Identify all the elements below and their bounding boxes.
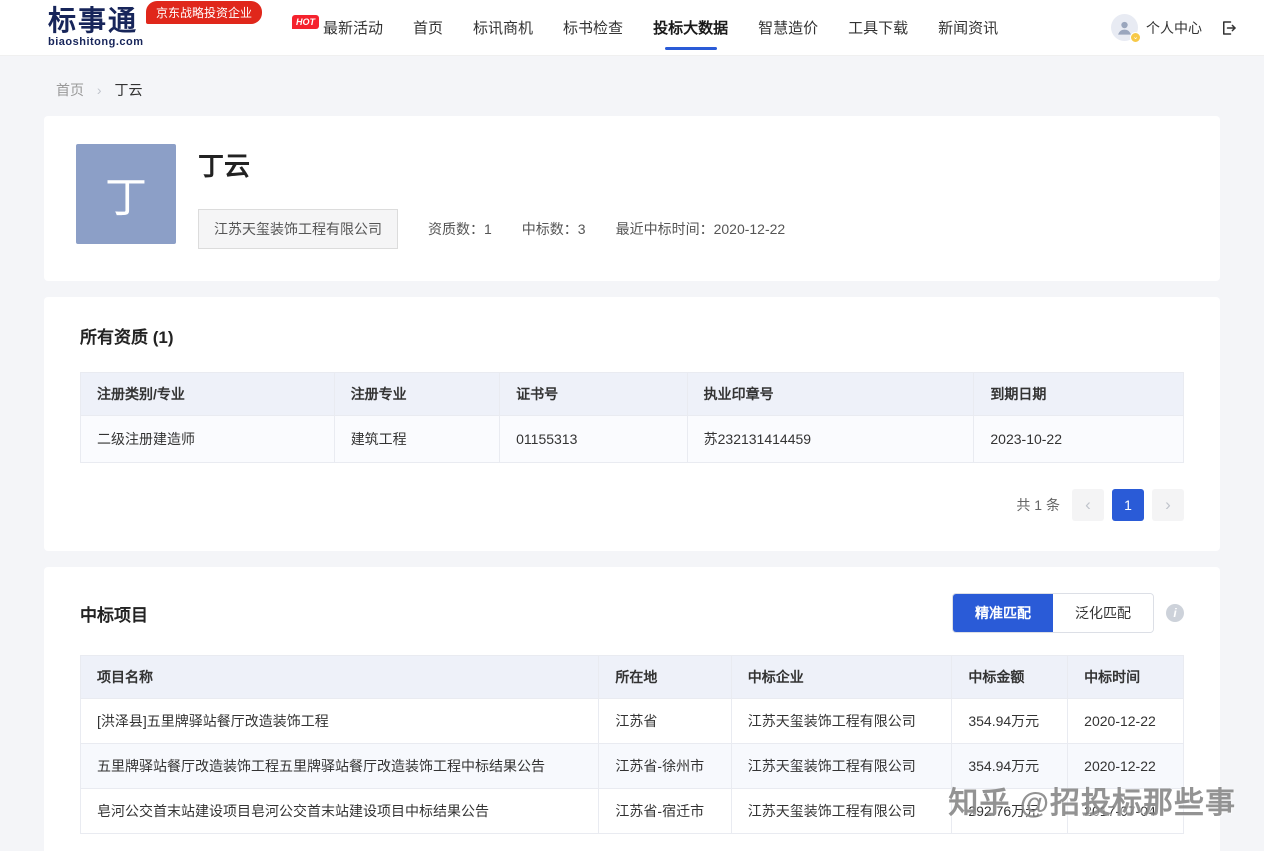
user-avatar[interactable]: ⌄ (1111, 14, 1138, 41)
qualifications-pagination: 共 1 条 ‹ 1 › (80, 489, 1184, 521)
top-navbar: 标事通 biaoshitong.com 京东战略投资企业 HOT 最新活动 首页… (0, 0, 1264, 56)
user-area: ⌄ 个人中心 (1111, 14, 1238, 41)
cell-company: 江苏天玺装饰工程有限公司 (731, 744, 952, 789)
match-mode-toggle: 精准匹配 泛化匹配 (952, 593, 1154, 633)
cell-expire-date: 2023-10-22 (974, 416, 1184, 463)
brand-area: 标事通 biaoshitong.com 京东战略投资企业 (48, 7, 286, 48)
profile-info: 丁云 江苏天玺装饰工程有限公司 资质数：1 中标数：3 最近中标时间：2020-… (198, 144, 785, 249)
cell-seal-no: 苏232131414459 (687, 416, 974, 463)
stat-qualification-count: 资质数：1 (428, 219, 492, 239)
profile-avatar-char: 丁 (105, 164, 147, 225)
cell-cert-no: 01155313 (500, 416, 688, 463)
cell-location: 江苏省-徐州市 (599, 744, 731, 789)
total-count: 共 1 条 (1016, 495, 1060, 515)
breadcrumb-home[interactable]: 首页 (56, 82, 84, 98)
cell-location: 江苏省 (599, 699, 731, 744)
cell-date: 2017-07-04 (1068, 789, 1184, 834)
cell-location: 江苏省-宿迁市 (599, 789, 731, 834)
cell-amount: 354.94万元 (952, 744, 1068, 789)
qualifications-table: 注册类别/专业 注册专业 证书号 执业印章号 到期日期 二级注册建造师 建筑工程… (80, 372, 1184, 463)
column-header: 所在地 (599, 656, 731, 699)
column-header: 注册专业 (334, 373, 499, 416)
stat-win-count: 中标数：3 (522, 219, 586, 239)
column-header: 中标金额 (952, 656, 1068, 699)
jd-investment-badge: 京东战略投资企业 (146, 1, 262, 24)
nav-label: 投标大数据 (653, 17, 728, 38)
nav-item-news[interactable]: 新闻资讯 (938, 0, 998, 55)
project-name-link[interactable]: 五里牌驿站餐厅改造装饰工程五里牌驿站餐厅改造装饰工程中标结果公告 (81, 744, 599, 789)
qualifications-card: 所有资质 (1) 注册类别/专业 注册专业 证书号 执业印章号 到期日期 二级注… (44, 297, 1220, 551)
nav-label: 新闻资讯 (938, 17, 998, 38)
profile-meta: 江苏天玺装饰工程有限公司 资质数：1 中标数：3 最近中标时间：2020-12-… (198, 209, 785, 249)
cell-amount: 292.76万元 (952, 789, 1068, 834)
table-row: 五里牌驿站餐厅改造装饰工程五里牌驿站餐厅改造装饰工程中标结果公告 江苏省-徐州市… (81, 744, 1184, 789)
vip-badge-icon: ⌄ (1130, 32, 1141, 43)
nav-item-bid-bigdata[interactable]: 投标大数据 (653, 0, 728, 55)
cell-amount: 354.94万元 (952, 699, 1068, 744)
nav-label: 工具下载 (848, 17, 908, 38)
nav-label: 最新活动 (323, 17, 383, 38)
cell-company: 江苏天玺装饰工程有限公司 (731, 699, 952, 744)
page: 标事通 biaoshitong.com 京东战略投资企业 HOT 最新活动 首页… (0, 0, 1264, 851)
qualifications-title: 所有资质 (1) (80, 323, 1184, 348)
table-row: 二级注册建造师 建筑工程 01155313 苏232131414459 2023… (81, 416, 1184, 463)
tab-broad-match[interactable]: 泛化匹配 (1053, 594, 1153, 632)
profile-avatar: 丁 (76, 144, 176, 244)
profile-card: 丁 丁云 江苏天玺装饰工程有限公司 资质数：1 中标数：3 最近中标时间：202… (44, 116, 1220, 281)
cell-register-major: 建筑工程 (334, 416, 499, 463)
page-number-button[interactable]: 1 (1112, 489, 1144, 521)
next-page-button[interactable]: › (1152, 489, 1184, 521)
nav-label: 首页 (413, 17, 443, 38)
nav-label: 智慧造价 (758, 17, 818, 38)
won-projects-table: 项目名称 所在地 中标企业 中标金额 中标时间 [洪泽县]五里牌驿站餐厅改造装饰… (80, 655, 1184, 834)
nav-item-activities[interactable]: HOT 最新活动 (292, 0, 383, 55)
column-header: 执业印章号 (687, 373, 974, 416)
logo-subtext: biaoshitong.com (48, 37, 286, 48)
cell-company: 江苏天玺装饰工程有限公司 (731, 789, 952, 834)
nav-item-bid-opportunities[interactable]: 标讯商机 (473, 0, 533, 55)
column-header: 注册类别/专业 (81, 373, 335, 416)
column-header: 到期日期 (974, 373, 1184, 416)
page-title: 丁云 (198, 146, 785, 183)
project-name-link[interactable]: 皂河公交首末站建设项目皂河公交首末站建设项目中标结果公告 (81, 789, 599, 834)
logout-icon[interactable] (1220, 19, 1238, 37)
nav-label: 标讯商机 (473, 17, 533, 38)
nav-item-tools-download[interactable]: 工具下载 (848, 0, 908, 55)
table-header-row: 项目名称 所在地 中标企业 中标金额 中标时间 (81, 656, 1184, 699)
nav-item-doc-check[interactable]: 标书检查 (563, 0, 623, 55)
user-center-link[interactable]: 个人中心 (1146, 18, 1202, 38)
cell-date: 2020-12-22 (1068, 699, 1184, 744)
nav-label: 标书检查 (563, 17, 623, 38)
breadcrumb: 首页 › 丁云 (0, 56, 1264, 116)
table-row: 皂河公交首末站建设项目皂河公交首末站建设项目中标结果公告 江苏省-宿迁市 江苏天… (81, 789, 1184, 834)
info-icon[interactable]: i (1166, 604, 1184, 622)
table-row: [洪泽县]五里牌驿站餐厅改造装饰工程 江苏省 江苏天玺装饰工程有限公司 354.… (81, 699, 1184, 744)
tab-exact-match[interactable]: 精准匹配 (953, 594, 1053, 632)
nav-item-home[interactable]: 首页 (413, 0, 443, 55)
breadcrumb-separator-icon: › (97, 82, 102, 98)
table-header-row: 注册类别/专业 注册专业 证书号 执业印章号 到期日期 (81, 373, 1184, 416)
won-projects-header: 中标项目 精准匹配 泛化匹配 i (80, 593, 1184, 633)
prev-page-button[interactable]: ‹ (1072, 489, 1104, 521)
cell-date: 2020-12-22 (1068, 744, 1184, 789)
breadcrumb-current: 丁云 (114, 82, 142, 98)
main-nav: HOT 最新活动 首页 标讯商机 标书检查 投标大数据 智慧造价 工具下载 新闻… (292, 0, 998, 55)
hot-icon: HOT (292, 15, 319, 29)
project-name-link[interactable]: [洪泽县]五里牌驿站餐厅改造装饰工程 (81, 699, 599, 744)
column-header: 中标企业 (731, 656, 952, 699)
stat-latest-win-date: 最近中标时间：2020-12-22 (616, 219, 786, 239)
won-projects-title: 中标项目 (80, 601, 148, 626)
cell-register-type: 二级注册建造师 (81, 416, 335, 463)
column-header: 中标时间 (1068, 656, 1184, 699)
column-header: 项目名称 (81, 656, 599, 699)
won-projects-card: 中标项目 精准匹配 泛化匹配 i 项目名称 所在地 中标企业 中标金额 中标时间 (44, 567, 1220, 851)
column-header: 证书号 (500, 373, 688, 416)
company-tag[interactable]: 江苏天玺装饰工程有限公司 (198, 209, 398, 249)
nav-item-smart-cost[interactable]: 智慧造价 (758, 0, 818, 55)
